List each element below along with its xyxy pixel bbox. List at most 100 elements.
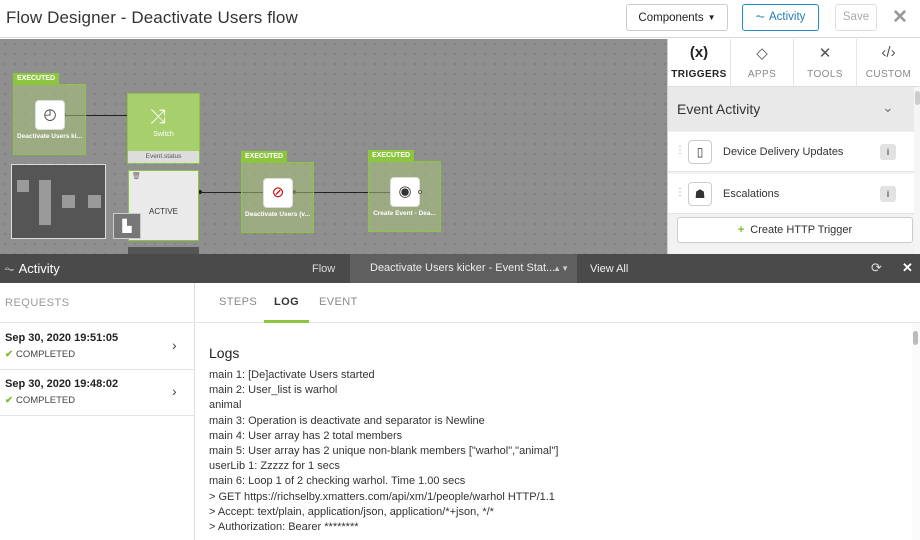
minimap-block xyxy=(39,180,51,225)
activity-bar-title: ⏦ Activity xyxy=(4,261,60,277)
code-icon: ‹/› xyxy=(881,44,896,61)
device-icon: ▯ xyxy=(688,140,712,164)
pulse-icon: ⏦ xyxy=(755,11,765,23)
minimap-toggle-icon[interactable]: ▙ xyxy=(113,213,141,239)
connector-dot xyxy=(418,190,422,194)
flow-node-deactivate-users[interactable]: EXECUTED ⊘ Deactivate Users (v... xyxy=(241,151,314,233)
create-http-trigger-label: Create HTTP Trigger xyxy=(750,224,853,236)
log-line: animal xyxy=(209,399,242,412)
tab-steps[interactable]: STEPS xyxy=(219,296,257,308)
top-header: Flow Designer - Deactivate Users flow Co… xyxy=(0,0,920,38)
scrollbar-thumb[interactable] xyxy=(915,91,920,105)
plus-icon: + xyxy=(737,224,745,236)
node-label: Deactivate Users ki... xyxy=(16,133,83,140)
gauge-icon: ◴ xyxy=(35,100,65,130)
request-date: Sep 30, 2020 19:48:02 xyxy=(5,378,119,390)
check-icon: ✔ xyxy=(5,395,13,406)
chevron-right-icon[interactable]: › xyxy=(172,383,177,399)
variable-icon: (x) xyxy=(689,44,709,61)
minimap-block xyxy=(88,195,101,208)
log-panel: STEPS LOG EVENT Logs main 1: [De]activat… xyxy=(196,283,920,540)
log-line: > Accept: text/plain, application/json, … xyxy=(209,505,494,518)
pulse-icon: ⏦ xyxy=(4,261,15,276)
log-line: main 4: User array has 2 total members xyxy=(209,429,403,442)
request-status: ✔ COMPLETED xyxy=(5,395,75,406)
tab-label: TOOLS xyxy=(807,69,843,80)
refresh-icon[interactable]: ⟳ xyxy=(871,260,882,276)
close-icon[interactable]: ✕ xyxy=(892,8,908,28)
activity-bar: ⏦ Activity Flow Deactivate Users kicker -… xyxy=(0,254,920,283)
tab-label: APPS xyxy=(747,69,777,80)
component-tabs: (x) TRIGGERS ◇ APPS ✕ TOOLS ‹/› CUSTOM xyxy=(668,39,920,87)
flow-canvas[interactable]: EXECUTED ◴ Deactivate Users ki... ⤨ Swit… xyxy=(0,39,667,254)
node-label: Deactivate Users (v... xyxy=(245,211,310,218)
log-tabs: STEPS LOG EVENT xyxy=(196,283,920,323)
canvas-minimap[interactable] xyxy=(11,164,106,239)
request-item[interactable]: Sep 30, 2020 19:48:02 ✔ COMPLETED › xyxy=(0,370,195,416)
view-all-link[interactable]: View All xyxy=(590,263,628,275)
trigger-item-label: Escalations xyxy=(723,188,780,200)
flow-node-switch[interactable]: ⤨ Switch Event.status xyxy=(127,93,200,164)
flow-node-deactivate-kicker[interactable]: EXECUTED ◴ Deactivate Users ki... xyxy=(13,73,86,155)
request-status-label: COMPLETED xyxy=(15,395,76,406)
requests-header-label: REQUESTS xyxy=(5,297,70,309)
log-line: main 3: Operation is deactivate and sepa… xyxy=(209,414,485,427)
tab-event[interactable]: EVENT xyxy=(319,296,358,308)
executed-badge: EXECUTED xyxy=(241,151,288,162)
trash-icon[interactable]: 🗑 xyxy=(132,172,141,180)
tab-custom[interactable]: ‹/› CUSTOM xyxy=(857,39,920,86)
minimap-block xyxy=(62,195,75,208)
chevron-right-icon[interactable]: › xyxy=(172,337,177,353)
info-icon[interactable]: i xyxy=(880,144,896,160)
event-activity-section-header[interactable]: Event Activity ⌄ xyxy=(668,87,914,131)
activity-button[interactable]: ⏦ Activity xyxy=(742,4,819,31)
tab-apps[interactable]: ◇ APPS xyxy=(731,39,794,86)
trigger-item-escalations[interactable]: ⋮⋮ ☗ Escalations i xyxy=(668,174,914,214)
request-item[interactable]: Sep 30, 2020 19:51:05 ✔ COMPLETED › xyxy=(0,324,195,370)
request-status-label: COMPLETED xyxy=(15,349,76,360)
selected-flow-label: Deactivate Users kicker - Event Stat... xyxy=(370,262,556,274)
scrollbar-thumb[interactable] xyxy=(913,331,918,345)
requests-list: REQUESTS Sep 30, 2020 19:51:05 ✔ COMPLETE… xyxy=(0,283,195,540)
node-footer: Event.status xyxy=(128,151,199,163)
check-icon: ✔ xyxy=(5,349,13,360)
save-button[interactable]: Save xyxy=(835,4,877,31)
activity-title-label: Activity xyxy=(18,261,60,276)
flow-node-create-event[interactable]: EXECUTED ◉ Create Event - Dea... xyxy=(368,150,441,232)
components-dropdown-button[interactable]: Components ▼ xyxy=(626,4,728,31)
log-line: main 1: [De]activate Users started xyxy=(209,369,375,381)
tab-label: TRIGGERS xyxy=(671,69,727,80)
tab-tools[interactable]: ✕ TOOLS xyxy=(794,39,857,86)
trigger-item-device-delivery[interactable]: ⋮⋮ ▯ Device Delivery Updates i xyxy=(668,132,914,172)
select-arrows-icon: ▲▼ xyxy=(553,264,569,273)
chevron-down-icon[interactable]: ⌄ xyxy=(882,99,894,116)
block-user-icon: ⊘ xyxy=(263,178,293,208)
info-icon[interactable]: i xyxy=(880,186,896,202)
active-tab-underline xyxy=(264,320,309,323)
tools-icon: ✕ xyxy=(818,45,832,62)
node-label: Create Event - Dea... xyxy=(373,210,436,217)
log-line: > Authorization: Bearer ******** xyxy=(209,521,359,534)
activity-button-label: Activity xyxy=(768,11,806,23)
flow-select[interactable]: Deactivate Users kicker - Event Stat... ▲… xyxy=(350,254,577,283)
components-label: Components xyxy=(638,12,704,24)
tab-triggers[interactable]: (x) TRIGGERS xyxy=(668,39,731,86)
log-line: main 2: User_list is warhol xyxy=(209,384,338,397)
tab-log[interactable]: LOG xyxy=(274,296,299,308)
log-line: > GET https://richselby.xmatters.com/api… xyxy=(209,490,555,503)
rss-icon: ◉ xyxy=(390,177,420,207)
panel-scrollbar[interactable] xyxy=(914,87,920,254)
apps-icon: ◇ xyxy=(756,45,768,62)
caret-down-icon: ▼ xyxy=(707,13,716,22)
log-line: main 5: User array has 2 unique non-blan… xyxy=(209,445,559,458)
close-icon[interactable]: ✕ xyxy=(902,260,913,276)
log-line: main 6: Loop 1 of 2 checking warhol. Tim… xyxy=(209,475,466,488)
log-line: userLib 1: Zzzzz for 1 secs xyxy=(209,460,340,473)
node-label: Switch xyxy=(153,131,174,138)
logs-title: Logs xyxy=(209,345,240,361)
request-date: Sep 30, 2020 19:51:05 xyxy=(5,332,119,344)
section-title: Event Activity xyxy=(677,101,761,117)
create-http-trigger-button[interactable]: + Create HTTP Trigger xyxy=(677,217,913,243)
page-title: Flow Designer - Deactivate Users flow xyxy=(6,8,298,27)
log-scrollbar[interactable] xyxy=(912,323,920,540)
